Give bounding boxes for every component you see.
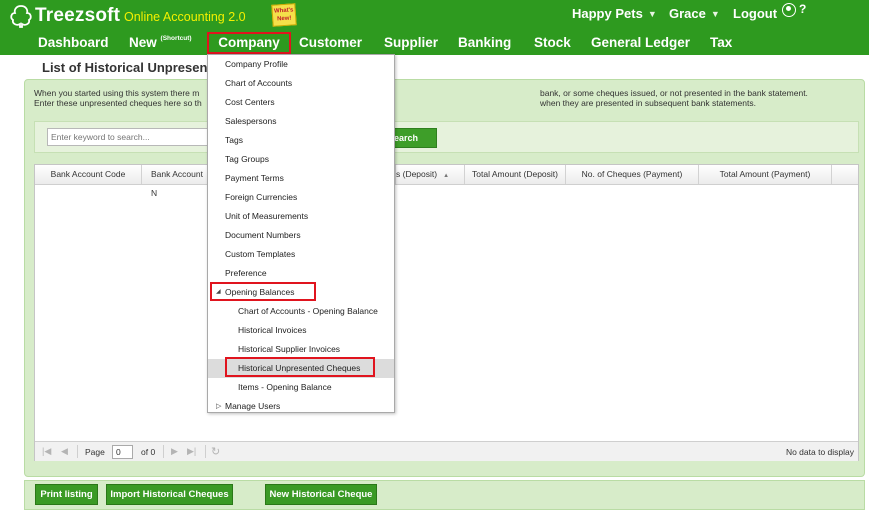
- search-input[interactable]: [47, 128, 217, 146]
- collapsed-triangle-icon: ▷: [216, 403, 222, 410]
- column-header-label: s (Deposit): [396, 169, 438, 179]
- logo[interactable]: Treezsoft: [8, 4, 120, 28]
- import-cheques-button[interactable]: Import Historical Cheques: [106, 484, 233, 505]
- help-icon: [782, 3, 796, 17]
- menu-item-cost-centers[interactable]: Cost Centers: [208, 93, 394, 112]
- description-line: When you started using this system there…: [34, 88, 200, 98]
- menu-group-manage-users[interactable]: ▷ Manage Users: [208, 397, 394, 416]
- menu-item-tags[interactable]: Tags: [208, 131, 394, 150]
- app-subtitle: Online Accounting 2.0: [124, 10, 246, 24]
- menu-group-label: Manage Users: [225, 401, 281, 411]
- pager-divider: [77, 445, 78, 458]
- refresh-icon[interactable]: ↻: [211, 445, 220, 458]
- menu-item-foreign-currencies[interactable]: Foreign Currencies: [208, 188, 394, 207]
- description-line: Enter these unpresented cheques here so …: [34, 98, 202, 108]
- menu-item-coa-opening-balance[interactable]: Chart of Accounts - Opening Balance: [208, 302, 394, 321]
- menu-item-custom-templates[interactable]: Custom Templates: [208, 245, 394, 264]
- logout-link[interactable]: Logout: [733, 6, 777, 21]
- menu-item-salespersons[interactable]: Salespersons: [208, 112, 394, 131]
- last-page-icon[interactable]: ▶|: [187, 446, 196, 457]
- print-listing-button[interactable]: Print listing: [35, 484, 98, 505]
- menu-item-chart-of-accounts[interactable]: Chart of Accounts: [208, 74, 394, 93]
- highlight-opening-balances: [210, 282, 316, 301]
- nav-supplier[interactable]: Supplier: [384, 35, 438, 50]
- logout-label: Logout: [733, 6, 778, 21]
- nav-customer[interactable]: Customer: [299, 35, 362, 50]
- pager-divider: [163, 445, 164, 458]
- menu-item-items-opening-balance[interactable]: Items - Opening Balance: [208, 378, 394, 397]
- next-page-icon[interactable]: ▶: [171, 446, 178, 457]
- grid-pager: |◀ ◀ Page 0 of 0 ▶ ▶| ↻ No data to displ…: [35, 441, 858, 461]
- column-header[interactable]: s (Deposit) ▲: [395, 165, 465, 184]
- nav-general-ledger[interactable]: General Ledger: [591, 35, 690, 50]
- column-header[interactable]: Bank Account Code: [35, 165, 142, 184]
- nav-dashboard[interactable]: Dashboard: [38, 35, 109, 50]
- nav-new[interactable]: New (Shortcut): [129, 34, 192, 51]
- pager-divider: [205, 445, 206, 458]
- new-cheque-button[interactable]: New Historical Cheque: [265, 484, 377, 505]
- nav-new-shortcut: (Shortcut): [160, 34, 192, 42]
- user-menu[interactable]: Grace ▼: [669, 6, 720, 21]
- menu-item-document-numbers[interactable]: Document Numbers: [208, 226, 394, 245]
- chevron-down-icon: ▼: [647, 8, 657, 19]
- nav-stock[interactable]: Stock: [534, 35, 571, 50]
- description-right: bank, or some cheques issued, or not pre…: [540, 88, 808, 108]
- description-line: bank, or some cheques issued, or not pre…: [540, 88, 808, 98]
- company-switcher[interactable]: Happy Pets ▼: [572, 6, 657, 21]
- menu-item-tag-groups[interactable]: Tag Groups: [208, 150, 394, 169]
- grid-header: Bank Account Code Bank Account N s (Depo…: [35, 165, 858, 198]
- help-label: ?: [799, 2, 807, 16]
- whats-new-sticker[interactable]: What's New!: [271, 3, 297, 27]
- help-button[interactable]: ?: [782, 2, 806, 17]
- page-title: List of Historical Unpresen: [42, 60, 208, 75]
- cheques-grid: Bank Account Code Bank Account N s (Depo…: [34, 164, 859, 461]
- page-number-input[interactable]: 0: [112, 445, 133, 459]
- nav-tax[interactable]: Tax: [710, 35, 732, 50]
- page-label: Page: [85, 447, 105, 457]
- description-left: When you started using this system there…: [34, 88, 202, 108]
- sort-ascending-icon: ▲: [443, 173, 450, 179]
- menu-item-company-profile[interactable]: Company Profile: [208, 55, 394, 74]
- menu-item-payment-terms[interactable]: Payment Terms: [208, 169, 394, 188]
- nav-new-label: New: [129, 35, 157, 50]
- chevron-down-icon: ▼: [710, 8, 720, 19]
- menu-item-historical-invoices[interactable]: Historical Invoices: [208, 321, 394, 340]
- tree-logo-icon: [10, 5, 32, 28]
- column-header[interactable]: Total Amount (Payment): [699, 165, 832, 184]
- column-header[interactable]: No. of Cheques (Payment): [566, 165, 699, 184]
- prev-page-icon[interactable]: ◀: [61, 446, 68, 457]
- brand-name: Treezsoft: [35, 5, 121, 26]
- user-name: Grace: [669, 6, 706, 21]
- page-count: of 0: [141, 447, 156, 457]
- nav-company[interactable]: Company: [207, 32, 291, 54]
- empty-message: No data to display: [785, 447, 854, 457]
- menu-item-preference[interactable]: Preference: [208, 264, 394, 283]
- company-name: Happy Pets: [572, 6, 643, 21]
- nav-banking[interactable]: Banking: [458, 35, 511, 50]
- column-header[interactable]: Bank Account N: [142, 165, 209, 198]
- first-page-icon[interactable]: |◀: [42, 446, 51, 457]
- menu-item-unit-of-measurements[interactable]: Unit of Measurements: [208, 207, 394, 226]
- column-header[interactable]: Total Amount (Deposit): [465, 165, 566, 184]
- app-window: Treezsoft Online Accounting 2.0 What's N…: [0, 0, 869, 515]
- highlight-unpresented-cheques: [225, 357, 375, 377]
- description-line: when they are presented in subsequent ba…: [540, 98, 756, 108]
